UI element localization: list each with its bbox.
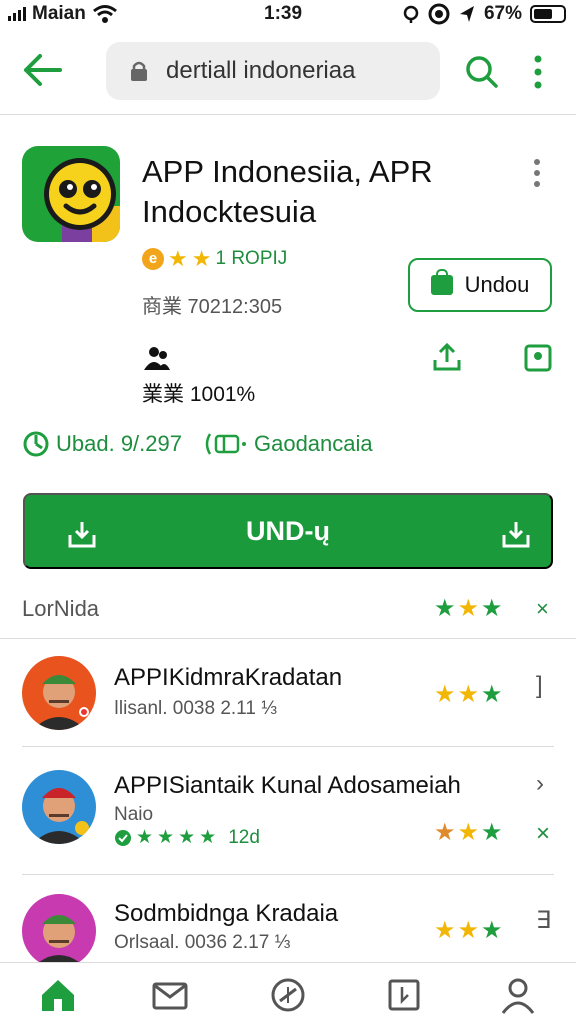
app-icon xyxy=(22,146,120,242)
section-heading: LorNida xyxy=(22,596,100,621)
app-bar xyxy=(0,36,576,108)
updated-text: Ubad. 9/.297 xyxy=(56,431,182,456)
close-icon[interactable]: × xyxy=(536,596,549,622)
bottom-navigation xyxy=(0,962,576,1024)
star-icon: ★ xyxy=(434,595,456,622)
install-button-label: UND-ų xyxy=(246,515,330,546)
close-icon[interactable]: × xyxy=(536,820,550,848)
list-item-title: Sodmbidnga Kradaia xyxy=(114,900,339,927)
star-icon: ★ xyxy=(178,827,196,848)
rating-text: 1 ROPIJ xyxy=(215,248,288,269)
appbar-divider xyxy=(0,114,576,115)
rating-badge: e xyxy=(142,248,164,270)
section-divider xyxy=(0,638,576,639)
list-item-action-icon[interactable]: ] xyxy=(536,672,543,700)
size-info: 商業 70212:305 xyxy=(142,296,283,318)
image-icon[interactable] xyxy=(524,344,552,372)
category-text: Gaodancaia xyxy=(253,431,373,456)
star-icon: ★ xyxy=(157,827,175,848)
star-icon: ★ xyxy=(457,917,480,944)
list-item-rating: ★ ★ ★ xyxy=(434,680,503,709)
star-icon: ★ xyxy=(481,681,503,708)
star-icon: ★ xyxy=(168,246,188,271)
clock: 1:39 xyxy=(264,3,303,24)
star-icon: ★ xyxy=(199,827,217,848)
location-arrow-icon xyxy=(459,6,474,22)
list-item-title: APPISiantaik Kunal Adosameiah xyxy=(114,772,461,799)
category-icon xyxy=(205,433,246,455)
list-item[interactable]: Sodmbidnga Kradaia Orlsaal. 0036 2.17 ⅓ … xyxy=(0,876,576,962)
star-icon: ★ xyxy=(136,827,154,848)
download-icon xyxy=(502,522,530,548)
star-icon: ★ xyxy=(434,819,456,846)
list-item-meta: ǀlisanl. 0038 2.11 ⅓ xyxy=(114,698,278,719)
avatar xyxy=(22,770,96,844)
status-bar: Maian 1:39 67% xyxy=(0,0,576,30)
battery-percent: 67% xyxy=(483,3,522,24)
star-icon: ★ xyxy=(457,819,480,846)
star-icon: ★ xyxy=(457,595,480,622)
back-arrow-icon[interactable] xyxy=(20,52,64,88)
shopping-bag-icon xyxy=(430,269,453,295)
avatar xyxy=(22,894,96,962)
focus-icon xyxy=(428,3,450,25)
list-item[interactable]: APPISiantaik Kunal Adosameiah Naio ★ ★ ★ ★ … xyxy=(0,748,576,868)
open-button-label: Undou xyxy=(464,272,530,297)
status-left: Maian xyxy=(8,3,118,25)
app-title: APP Indonesiia, APR Indocktesuia xyxy=(142,154,433,229)
section-rating: ★ ★ ★ xyxy=(434,594,503,623)
search-bar[interactable] xyxy=(106,42,440,100)
open-button[interactable]: Undou xyxy=(408,258,552,312)
more-vert-icon[interactable] xyxy=(528,54,548,90)
list-item-meta: Orlsaal. 0036 2.17 ⅓ xyxy=(114,932,291,953)
alarm-icon xyxy=(403,5,419,23)
lock-icon xyxy=(131,61,147,81)
star-icon: ★ xyxy=(457,681,480,708)
star-icon: ★ xyxy=(434,917,456,944)
list-item-rating-text: 12d xyxy=(228,826,260,848)
list-item-rating: ★ ★ ★ xyxy=(434,818,503,847)
list-item-title: APPIKidmraKradatan xyxy=(114,664,343,691)
search-input[interactable] xyxy=(166,52,426,90)
wifi-icon xyxy=(92,5,117,23)
list-divider xyxy=(22,746,554,747)
install-button[interactable]: UND-ų xyxy=(23,493,553,569)
list-divider xyxy=(22,874,554,875)
list-item-rating: ★ ★ ★ xyxy=(434,916,503,945)
info-row: Ubad. 9/.297 Gaodancaia xyxy=(22,430,562,458)
more-vert-icon[interactable] xyxy=(528,158,546,188)
people-icon xyxy=(144,347,170,370)
list-item-action-icon[interactable]: ∃ xyxy=(536,906,551,935)
list-item-meta: Naio xyxy=(114,804,154,825)
battery-icon xyxy=(530,5,566,23)
update-icon xyxy=(23,431,49,457)
home-icon[interactable] xyxy=(38,975,78,1015)
star-icon: ★ xyxy=(434,681,456,708)
star-icon: ★ xyxy=(481,819,503,846)
share-icon[interactable] xyxy=(432,342,462,372)
star-icon: ★ xyxy=(191,246,212,271)
bookmark-icon[interactable] xyxy=(384,975,424,1015)
mail-icon[interactable] xyxy=(150,975,190,1015)
signal-icon xyxy=(8,7,26,21)
percent-info: 業業 1001% xyxy=(142,383,256,406)
compass-icon[interactable] xyxy=(268,975,308,1015)
verified-icon xyxy=(115,829,131,846)
carrier-label: Maian xyxy=(32,3,86,24)
star-icon: ★ xyxy=(481,595,503,622)
app-icon-graphic xyxy=(44,158,120,242)
status-right: 67% xyxy=(402,3,566,25)
search-icon[interactable] xyxy=(464,54,500,90)
chevron-right-icon[interactable]: › xyxy=(536,770,544,798)
rating-row: e ★ ★ 1 ROPIJ xyxy=(142,246,287,272)
download-icon xyxy=(68,522,96,548)
list-item-rating-row: ★ ★ ★ ★ 12d xyxy=(114,826,260,849)
profile-icon[interactable] xyxy=(498,975,538,1015)
avatar xyxy=(22,656,96,730)
star-icon: ★ xyxy=(481,917,503,944)
list-item[interactable]: APPIKidmraKradatan ǀlisanl. 0038 2.11 ⅓ … xyxy=(0,640,576,760)
